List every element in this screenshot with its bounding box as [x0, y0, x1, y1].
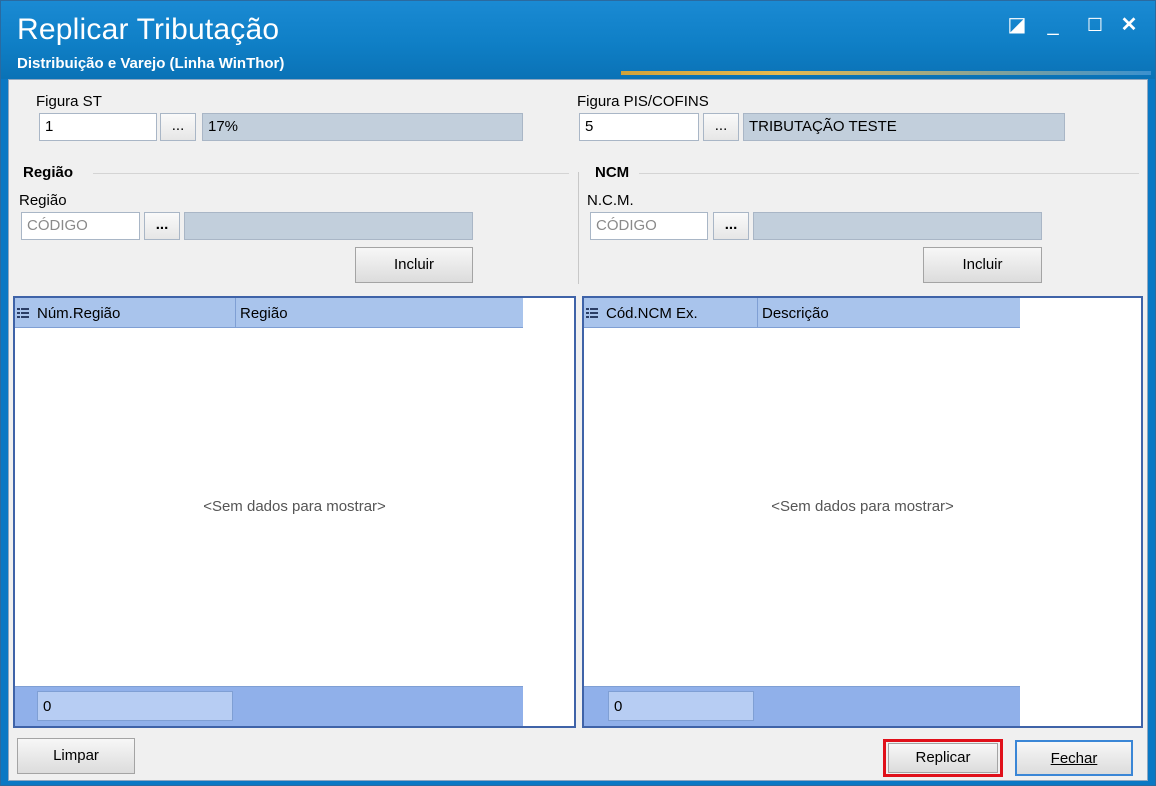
regiao-include-button[interactable]: Incluir: [355, 247, 473, 283]
ncm-grid-empty-text: <Sem dados para mostrar>: [771, 498, 954, 515]
regiao-grid-count: 0: [37, 691, 233, 721]
regiao-grid[interactable]: Núm.Região Região <Sem dados para mostra…: [13, 296, 576, 728]
ncm-section-divider: [639, 173, 1139, 174]
dialog-body: Figura ST 1 ... 17% Figura PIS/COFINS 5 …: [8, 79, 1148, 781]
close-button[interactable]: ✕: [1117, 13, 1141, 37]
app-window: Replicar Tributação Distribuição e Varej…: [0, 0, 1156, 786]
regiao-section-title: Região: [23, 164, 74, 181]
column-chooser-icon[interactable]: [17, 307, 29, 319]
ncm-col-code[interactable]: Cód.NCM Ex.: [602, 298, 758, 327]
regiao-description: [184, 212, 473, 240]
figura-st-lookup-button[interactable]: ...: [160, 113, 196, 141]
maximize-button[interactable]: ☐: [1083, 13, 1107, 37]
ncm-section-title: NCM: [595, 164, 630, 181]
figura-st-description: 17%: [202, 113, 523, 141]
regiao-grid-header: Núm.Região Região: [15, 298, 523, 328]
ncm-col-description[interactable]: Descrição: [758, 298, 1020, 327]
column-chooser-icon[interactable]: [586, 307, 598, 319]
ncm-grid-header: Cód.NCM Ex. Descrição: [584, 298, 1020, 328]
window-subtitle: Distribuição e Varejo (Linha WinThor): [17, 55, 285, 72]
regiao-grid-empty-text: <Sem dados para mostrar>: [203, 498, 386, 515]
ncm-grid[interactable]: Cód.NCM Ex. Descrição <Sem dados para mo…: [582, 296, 1143, 728]
limpar-button[interactable]: Limpar: [17, 738, 135, 774]
fechar-button[interactable]: Fechar: [1015, 740, 1133, 776]
restore-icon[interactable]: ◪: [1005, 13, 1029, 37]
regiao-section-divider: [93, 173, 569, 174]
ncm-code-input[interactable]: CÓDIGO: [590, 212, 708, 240]
ncm-lookup-button[interactable]: ...: [713, 212, 749, 240]
figura-st-code-input[interactable]: 1: [39, 113, 157, 141]
ncm-grid-count: 0: [608, 691, 754, 721]
ncm-field-label: N.C.M.: [587, 192, 634, 209]
ncm-grid-footer: 0: [584, 686, 1020, 726]
regiao-col-regiao[interactable]: Região: [236, 298, 523, 327]
ncm-include-button[interactable]: Incluir: [923, 247, 1042, 283]
ncm-description: [753, 212, 1042, 240]
figura-pis-lookup-button[interactable]: ...: [703, 113, 739, 141]
title-bar[interactable]: Replicar Tributação Distribuição e Varej…: [1, 1, 1155, 79]
regiao-code-input[interactable]: CÓDIGO: [21, 212, 140, 240]
figura-pis-label: Figura PIS/COFINS: [577, 93, 709, 110]
figura-pis-description: TRIBUTAÇÃO TESTE: [743, 113, 1065, 141]
replicar-button[interactable]: Replicar: [888, 743, 998, 773]
regiao-col-num[interactable]: Núm.Região: [33, 298, 236, 327]
minimize-button[interactable]: _: [1041, 13, 1065, 37]
title-accent-bar: [621, 71, 1151, 75]
figura-st-label: Figura ST: [36, 93, 102, 110]
regiao-grid-footer: 0: [15, 686, 523, 726]
regiao-lookup-button[interactable]: ...: [144, 212, 180, 240]
section-separator: [578, 172, 579, 284]
figura-pis-code-input[interactable]: 5: [579, 113, 699, 141]
window-title: Replicar Tributação: [17, 13, 280, 46]
regiao-field-label: Região: [19, 192, 67, 209]
